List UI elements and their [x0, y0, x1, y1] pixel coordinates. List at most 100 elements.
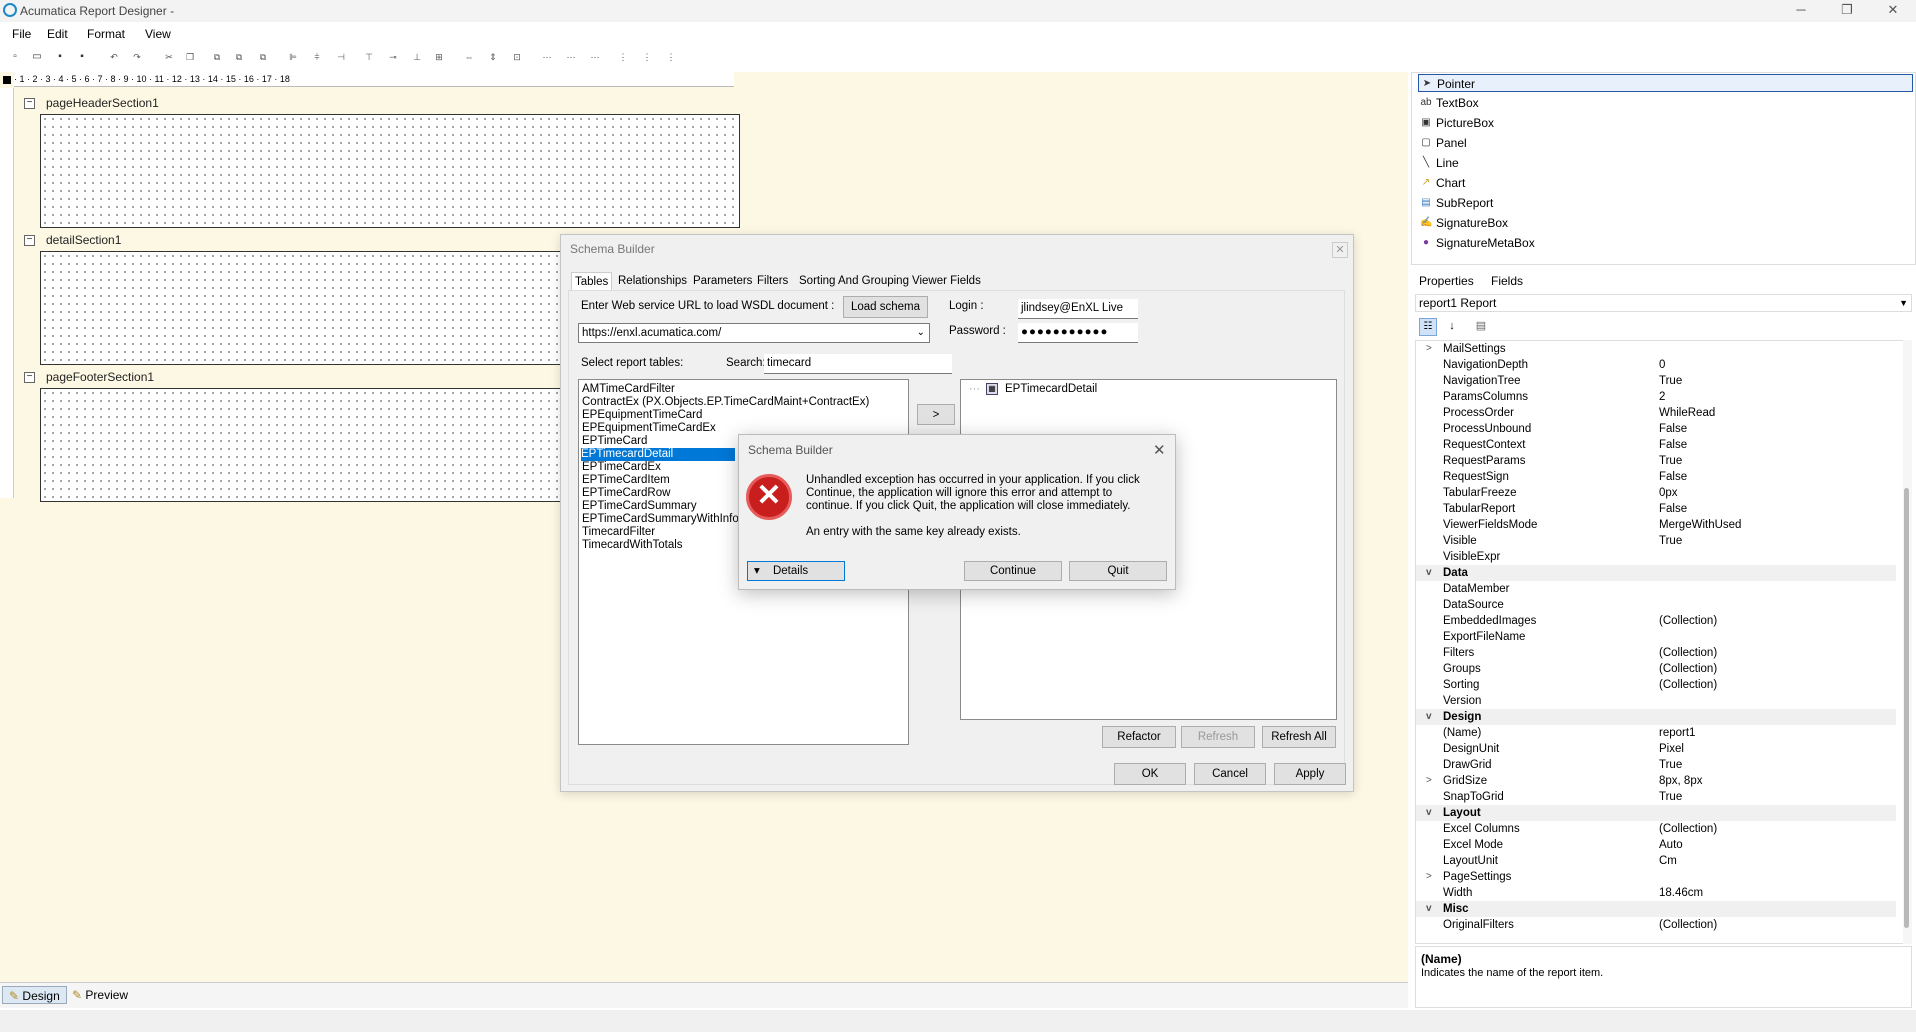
align-left-icon[interactable]: ⊫	[286, 50, 300, 64]
property-value[interactable]: False	[1659, 421, 1687, 437]
same-height-icon[interactable]: ⇕	[486, 50, 500, 64]
property-row[interactable]: OriginalFilters (Collection)	[1416, 917, 1896, 933]
section-header-page-header[interactable]: − pageHeaderSection1	[14, 94, 1408, 114]
property-pages-icon[interactable]: ▤	[1472, 318, 1490, 336]
property-row[interactable]: TabularFreeze 0px	[1416, 485, 1896, 501]
password-input[interactable]: ●●●●●●●●●●●	[1018, 323, 1138, 343]
tab-viewer-fields[interactable]: Viewer Fields	[909, 272, 984, 292]
list-item[interactable]: TimecardWithTotals	[582, 539, 683, 552]
property-value[interactable]: Auto	[1659, 837, 1683, 853]
chevron-down-icon[interactable]: v	[1426, 805, 1432, 821]
chevron-right-icon[interactable]: >	[1426, 341, 1432, 357]
tool-subreport[interactable]: ▤ SubReport	[1418, 194, 1913, 212]
property-row[interactable]: EmbeddedImages (Collection)	[1416, 613, 1896, 629]
property-row[interactable]: DataSource	[1416, 597, 1896, 613]
menu-edit[interactable]: Edit	[47, 27, 68, 41]
property-value[interactable]: MergeWithUsed	[1659, 517, 1741, 533]
cut-icon[interactable]: ✂	[162, 50, 176, 64]
list-item[interactable]: TimecardFilter	[582, 526, 655, 539]
property-row[interactable]: Visible True	[1416, 533, 1896, 549]
property-row[interactable]: NavigationTree True	[1416, 373, 1896, 389]
property-value[interactable]: report1	[1659, 725, 1695, 741]
property-row[interactable]: > GridSize 8px, 8px	[1416, 773, 1896, 789]
list-item[interactable]: EPTimeCardItem	[582, 474, 670, 487]
property-row[interactable]: ViewerFieldsMode MergeWithUsed	[1416, 517, 1896, 533]
property-value[interactable]: True	[1659, 757, 1682, 773]
list-item[interactable]: AMTimeCardFilter	[582, 383, 675, 396]
property-scroll-thumb[interactable]	[1904, 488, 1909, 928]
new-icon[interactable]: ▫	[8, 50, 22, 64]
minimize-button[interactable]: ─	[1778, 0, 1824, 22]
tool-signaturemetabox[interactable]: ● SignatureMetaBox	[1418, 234, 1913, 252]
chevron-right-icon[interactable]: >	[1426, 773, 1432, 789]
url-input[interactable]: https://enxl.acumatica.com/ ⌄	[578, 323, 930, 343]
property-row[interactable]: ProcessOrder WhileRead	[1416, 405, 1896, 421]
tab-preview[interactable]: ✎ Preview	[66, 986, 134, 1004]
property-row[interactable]: (Name) report1	[1416, 725, 1896, 741]
property-row[interactable]: ExportFileName	[1416, 629, 1896, 645]
vspace-inc-icon[interactable]: ⋮	[640, 50, 654, 64]
property-row[interactable]: DesignUnit Pixel	[1416, 741, 1896, 757]
property-value[interactable]: 0	[1659, 357, 1665, 373]
property-value[interactable]: True	[1659, 533, 1682, 549]
property-row[interactable]: > PageSettings	[1416, 869, 1896, 885]
align-middle-icon[interactable]: ⊸	[386, 50, 400, 64]
tab-fields[interactable]: Fields	[1491, 274, 1523, 288]
property-row[interactable]: Excel Columns (Collection)	[1416, 821, 1896, 837]
property-row[interactable]: Version	[1416, 693, 1896, 709]
list-item[interactable]: EPTimeCardSummary	[582, 500, 697, 513]
login-input[interactable]: jlindsey@EnXL Live	[1018, 299, 1138, 319]
align-bottom-icon[interactable]: ⊥	[410, 50, 424, 64]
property-row[interactable]: NavigationDepth 0	[1416, 357, 1896, 373]
list-item[interactable]: EPTimeCardEx	[582, 461, 661, 474]
list-item[interactable]: EPTimeCardRow	[582, 487, 670, 500]
refresh-all-button[interactable]: Refresh All	[1262, 726, 1336, 748]
send-back-icon[interactable]: ⧉	[232, 50, 246, 64]
same-size-icon[interactable]: ⊡	[510, 50, 524, 64]
cancel-button[interactable]: Cancel	[1194, 763, 1266, 785]
align-center-icon[interactable]: ⫩	[310, 50, 324, 64]
property-row[interactable]: VisibleExpr	[1416, 549, 1896, 565]
hspace-equal-icon[interactable]: ⋯	[540, 50, 554, 64]
tab-sorting-grouping[interactable]: Sorting And Grouping	[796, 272, 912, 292]
refactor-button[interactable]: Refactor	[1102, 726, 1176, 748]
continue-button[interactable]: Continue	[964, 561, 1062, 581]
collapse-icon[interactable]: −	[24, 98, 35, 109]
property-value[interactable]: True	[1659, 789, 1682, 805]
property-value[interactable]: (Collection)	[1659, 645, 1717, 661]
vspace-equal-icon[interactable]: ⋮	[616, 50, 630, 64]
same-width-icon[interactable]: ⇔	[462, 50, 476, 64]
menu-format[interactable]: Format	[87, 27, 125, 41]
tool-signaturebox[interactable]: ✍ SignatureBox	[1418, 214, 1913, 232]
property-category[interactable]: v Misc	[1416, 901, 1896, 917]
page-header-section[interactable]	[40, 114, 740, 228]
property-row[interactable]: ProcessUnbound False	[1416, 421, 1896, 437]
bring-front-icon[interactable]: ⧉	[210, 50, 224, 64]
property-row[interactable]: ParamsColumns 2	[1416, 389, 1896, 405]
tool-picturebox[interactable]: ▣ PictureBox	[1418, 114, 1913, 132]
open-icon[interactable]: ▭	[30, 50, 44, 64]
apply-button[interactable]: Apply	[1274, 763, 1346, 785]
property-category[interactable]: v Layout	[1416, 805, 1896, 821]
list-item[interactable]: EPEquipmentTimeCardEx	[582, 422, 716, 435]
align-top-icon[interactable]: ⊤	[362, 50, 376, 64]
property-value[interactable]: False	[1659, 469, 1687, 485]
refresh-button[interactable]: Refresh	[1181, 726, 1255, 748]
property-value[interactable]: 18.46cm	[1659, 885, 1703, 901]
property-value[interactable]: False	[1659, 501, 1687, 517]
property-row[interactable]: DataMember	[1416, 581, 1896, 597]
tool-line[interactable]: ╲ Line	[1418, 154, 1913, 172]
center-icon[interactable]: ⊞	[432, 50, 446, 64]
property-row[interactable]: Width 18.46cm	[1416, 885, 1896, 901]
tab-parameters[interactable]: Parameters	[690, 272, 755, 292]
save-all-icon[interactable]: ▪	[75, 50, 89, 64]
property-value[interactable]: (Collection)	[1659, 677, 1717, 693]
property-value[interactable]: False	[1659, 437, 1687, 453]
details-button[interactable]: ▾ Details	[747, 561, 845, 581]
sort-alpha-icon[interactable]: ↓	[1443, 318, 1461, 336]
property-value[interactable]: (Collection)	[1659, 613, 1717, 629]
property-value[interactable]: (Collection)	[1659, 821, 1717, 837]
property-row[interactable]: > MailSettings	[1416, 341, 1896, 357]
menu-file[interactable]: File	[12, 27, 31, 41]
chevron-right-icon[interactable]: >	[1426, 869, 1432, 885]
